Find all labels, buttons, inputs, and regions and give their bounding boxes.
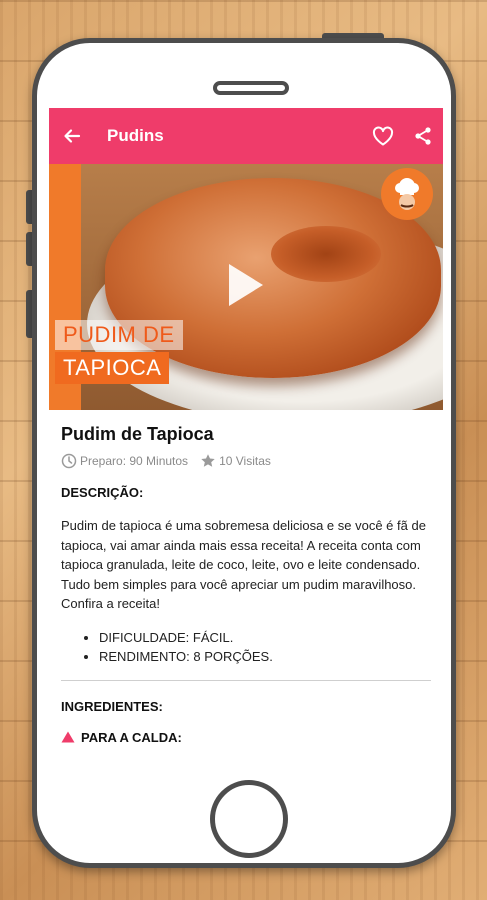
phone-home-button[interactable] [210,780,288,858]
favorite-button[interactable] [363,126,403,146]
star-icon [201,454,215,467]
share-button[interactable] [403,126,443,146]
visits-text: 10 Visitas [219,454,271,468]
list-item: RENDIMENTO: 8 PORÇÕES. [99,647,431,666]
page-title: Pudins [107,126,164,145]
arrow-left-icon [64,129,81,143]
ingredients-heading: INGREDIENTES: [61,698,163,714]
calda-subheading: PARA A CALDA: [61,730,431,745]
recipe-video-thumbnail[interactable]: PUDIM DE TAPIOCA [49,164,443,410]
app-bar: Pudins [49,108,443,164]
chef-logo-icon [381,168,433,220]
recipe-meta: Preparo: 90 Minutos 10 Visitas [61,453,431,469]
app-screen: Pudins PUDIM DE TAPIOCA Pudim de Tapioca… [49,108,443,768]
pudding-hole [271,226,381,282]
description-heading: DESCRIÇÃO: [61,485,144,500]
list-item: DIFICULDADE: FÁCIL. [99,628,431,647]
recipe-facts-list: DIFICULDADE: FÁCIL. RENDIMENTO: 8 PORÇÕE… [61,628,431,666]
share-icon [415,127,431,145]
clock-icon [61,453,77,469]
phone-frame: Pudins PUDIM DE TAPIOCA Pudim de Tapioca… [32,38,456,868]
back-button[interactable] [49,126,95,146]
calda-subheading-text: PARA A CALDA: [81,729,182,745]
visits: 10 Visitas [200,453,271,469]
video-caption-line1: PUDIM DE [55,320,183,350]
divider [61,679,431,681]
prep-time-text: Preparo: 90 Minutos [80,454,189,468]
description-text: Pudim de tapioca é uma sobremesa delicio… [61,518,426,611]
heart-outline-icon [372,126,394,146]
triangle-icon [61,731,75,743]
play-icon[interactable] [229,264,263,306]
prep-time: Preparo: 90 Minutos [61,453,188,469]
video-caption-line2: TAPIOCA [55,352,170,384]
recipe-title: Pudim de Tapioca [61,424,214,444]
recipe-content: Pudim de Tapioca Preparo: 90 Minutos 10 … [49,410,443,745]
phone-speaker [213,81,289,95]
